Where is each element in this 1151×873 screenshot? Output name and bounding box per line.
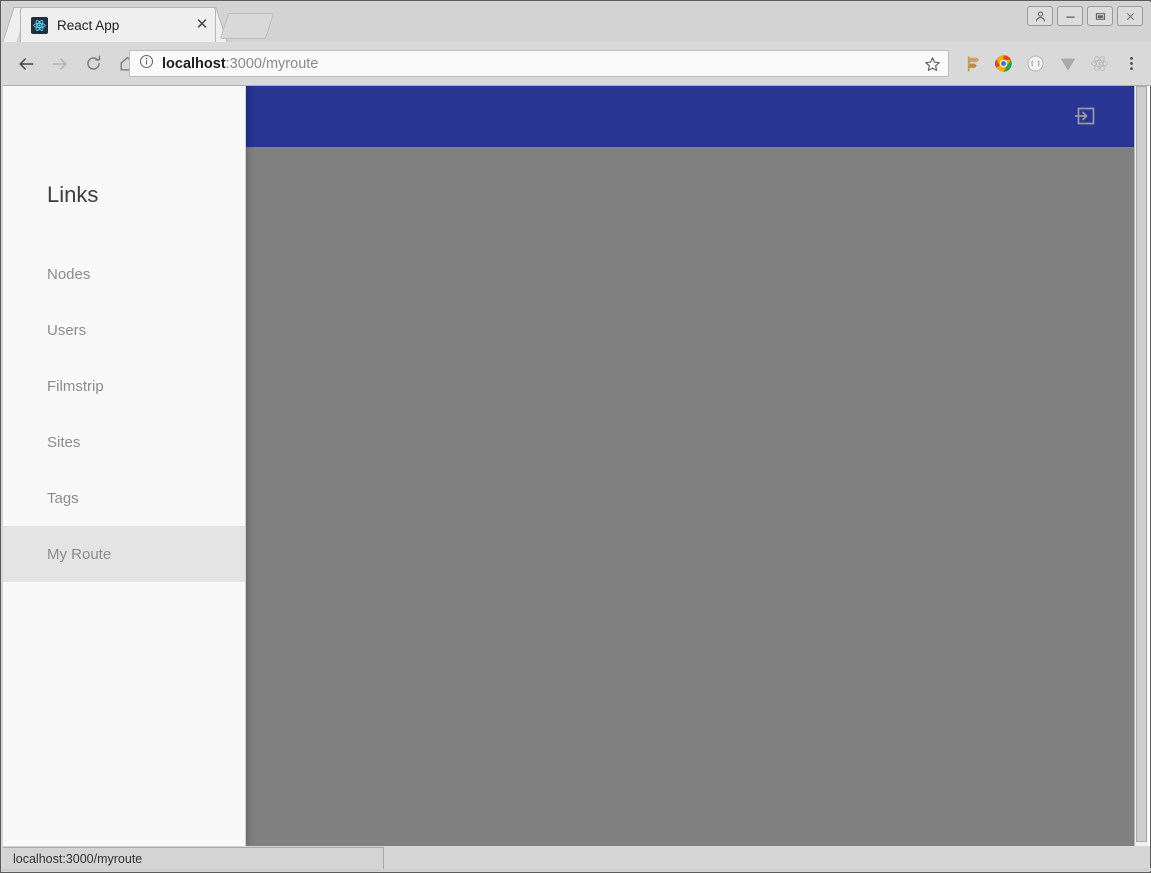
drawer-item-my-route[interactable]: My Route bbox=[3, 526, 245, 582]
back-arrow-icon[interactable] bbox=[11, 49, 40, 78]
signpost-icon[interactable] bbox=[957, 50, 986, 77]
user-avatar-icon[interactable] bbox=[1027, 6, 1053, 26]
page-viewport: ration Console Links Nodes Users Fil bbox=[3, 86, 1150, 846]
tab-strip: React App ✕ bbox=[2, 2, 1151, 42]
drawer-item-filmstrip[interactable]: Filmstrip bbox=[3, 358, 245, 414]
url-text: localhost:3000/myroute bbox=[162, 56, 318, 72]
navigation-drawer: Links Nodes Users Filmstrip Sites Tags M… bbox=[3, 86, 246, 846]
browser-window: React App ✕ localhost:3000/myroute Links… bbox=[0, 0, 1151, 873]
scrollbar-thumb[interactable] bbox=[1136, 86, 1147, 842]
new-tab-icon[interactable] bbox=[219, 13, 275, 39]
reload-icon[interactable] bbox=[79, 49, 108, 78]
drawer-title: Links bbox=[47, 182, 99, 207]
drawer-item-sites[interactable]: Sites bbox=[3, 414, 245, 470]
close-window-icon[interactable] bbox=[1117, 6, 1143, 26]
minimize-icon[interactable] bbox=[1057, 6, 1083, 26]
exit-to-app-icon[interactable] bbox=[1072, 102, 1100, 130]
browser-tab[interactable]: React App ✕ bbox=[20, 7, 216, 42]
drawer-item-label: Nodes bbox=[47, 265, 91, 283]
url-host: localhost bbox=[162, 55, 226, 72]
page-scrollbar[interactable] bbox=[1134, 86, 1148, 846]
drawer-item-users[interactable]: Users bbox=[3, 302, 245, 358]
page-info-icon[interactable] bbox=[139, 54, 154, 74]
forward-arrow-icon bbox=[45, 49, 74, 78]
window-controls bbox=[1027, 6, 1143, 26]
status-text: localhost:3000/myroute bbox=[13, 851, 143, 866]
smiley-circle-icon[interactable] bbox=[1021, 50, 1050, 77]
three-dots-vertical-icon[interactable] bbox=[1117, 50, 1146, 77]
status-tooltip: localhost:3000/myroute bbox=[3, 847, 384, 869]
react-atom-icon[interactable] bbox=[1085, 50, 1114, 77]
tab-title: React App bbox=[57, 17, 120, 33]
star-icon[interactable] bbox=[923, 55, 942, 74]
drawer-item-label: Sites bbox=[47, 433, 81, 451]
drawer-item-label: Filmstrip bbox=[47, 377, 104, 395]
browser-toolbar: localhost:3000/myroute bbox=[2, 42, 1151, 86]
drawer-item-label: Users bbox=[47, 321, 87, 339]
address-bar[interactable]: localhost:3000/myroute bbox=[129, 50, 949, 77]
drawer-item-nodes[interactable]: Nodes bbox=[3, 246, 245, 302]
drawer-item-tags[interactable]: Tags bbox=[3, 470, 245, 526]
drawer-item-list: Nodes Users Filmstrip Sites Tags My Rout… bbox=[3, 246, 245, 582]
maximize-icon[interactable] bbox=[1087, 6, 1113, 26]
react-atom-icon bbox=[31, 16, 48, 34]
close-icon[interactable]: ✕ bbox=[193, 16, 211, 34]
drawer-item-label: My Route bbox=[47, 545, 112, 563]
chrome-circle-icon[interactable] bbox=[989, 50, 1018, 77]
extension-toolbar bbox=[957, 50, 1146, 77]
v-chevron-icon[interactable] bbox=[1053, 50, 1082, 77]
url-path: :3000/myroute bbox=[225, 55, 319, 72]
drawer-item-label: Tags bbox=[47, 489, 79, 507]
